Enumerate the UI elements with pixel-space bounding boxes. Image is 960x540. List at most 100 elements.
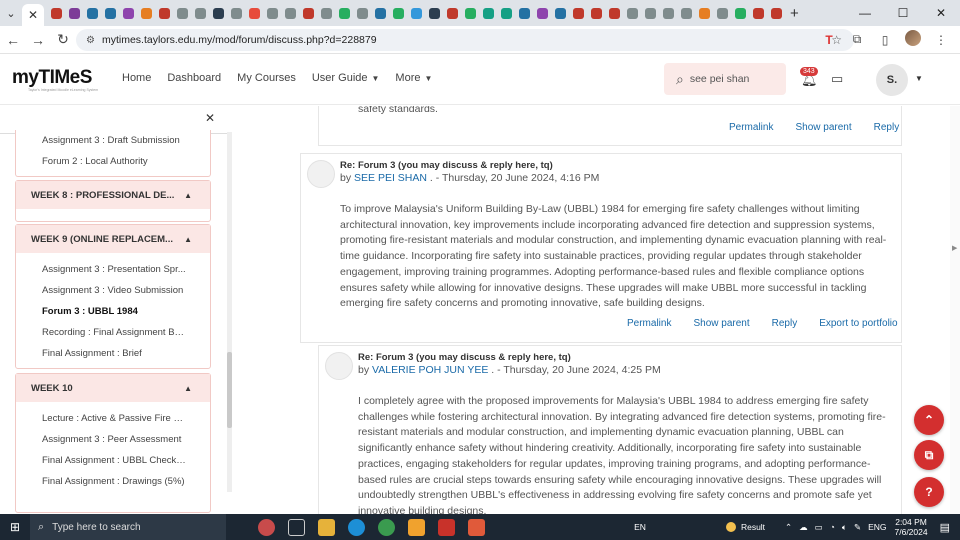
course-item[interactable]: Assignment 3 : Peer Assessment: [16, 429, 210, 450]
pinned-tab-favicon[interactable]: [50, 7, 62, 19]
acrobat-icon[interactable]: [438, 518, 455, 536]
pinned-tab-favicon[interactable]: [266, 7, 278, 19]
search-input[interactable]: [689, 73, 770, 85]
minimize-icon[interactable]: —: [846, 0, 884, 26]
course-item[interactable]: Final Assignment : Drawings (5%): [16, 471, 210, 492]
pinned-tab-favicon[interactable]: [302, 7, 314, 19]
weather-widget[interactable]: Result: [725, 522, 765, 532]
course-item[interactable]: Recording : Final Assignment Bri...: [16, 322, 210, 343]
course-item[interactable]: Assignment 3 : Video Submission: [16, 280, 210, 301]
tab-search-icon[interactable]: ⌄: [0, 2, 22, 24]
onedrive-icon[interactable]: ☁: [799, 522, 808, 532]
week-8-header[interactable]: WEEK 8 : PROFESSIONAL DE... ▲: [16, 181, 210, 209]
clock[interactable]: 2:04 PM 7/6/2024: [895, 517, 928, 537]
back-to-top-button[interactable]: ⌃: [914, 405, 944, 435]
input-language[interactable]: EN: [634, 522, 646, 532]
pinned-tab-favicon[interactable]: [428, 7, 440, 19]
chevron-up-icon[interactable]: ▲: [184, 191, 192, 200]
author-avatar[interactable]: [325, 352, 353, 380]
drawer-scrollbar-thumb[interactable]: [227, 352, 232, 428]
pinned-tab-favicon[interactable]: [320, 7, 332, 19]
pinned-tab-favicon[interactable]: [680, 7, 692, 19]
pinned-tab-favicon[interactable]: [446, 7, 458, 19]
drawer-scrollbar[interactable]: [227, 132, 232, 492]
app-icon[interactable]: [468, 518, 485, 536]
week-10-header[interactable]: WEEK 10 ▲: [16, 374, 210, 402]
author-avatar[interactable]: [307, 160, 335, 188]
profile-avatar[interactable]: [904, 30, 922, 49]
site-logo[interactable]: myTIMeS: [12, 67, 92, 89]
extensions-puzzle-icon[interactable]: ⧉: [848, 32, 866, 47]
pinned-tab-favicon[interactable]: [590, 7, 602, 19]
pinned-tab-favicon[interactable]: [554, 7, 566, 19]
nav-more[interactable]: More ▼: [395, 72, 432, 84]
close-window-icon[interactable]: ✕: [922, 0, 960, 26]
nav-dashboard[interactable]: Dashboard: [167, 72, 221, 84]
page-scrollbar[interactable]: [950, 106, 960, 514]
pinned-tab-favicon[interactable]: [698, 7, 710, 19]
nav-user-guide[interactable]: User Guide ▼: [312, 72, 380, 84]
chrome-browser-icon[interactable]: [378, 518, 395, 536]
reload-icon[interactable]: ↻: [51, 28, 75, 52]
pinned-tab-favicon[interactable]: [518, 7, 530, 19]
course-item[interactable]: Lecture : Active & Passive Fire S...: [16, 408, 210, 429]
pinned-tab-favicon[interactable]: [374, 7, 386, 19]
course-item-current[interactable]: Forum 3 : UBBL 1984: [16, 301, 210, 322]
show-parent-link[interactable]: Show parent: [795, 122, 851, 133]
pinned-tab-favicon[interactable]: [572, 7, 584, 19]
pinned-tab-favicon[interactable]: [356, 7, 368, 19]
export-to-portfolio-link[interactable]: Export to portfolio: [819, 318, 897, 329]
permalink-link[interactable]: Permalink: [729, 122, 773, 133]
volume-icon[interactable]: 🔈︎: [842, 522, 847, 532]
pinned-tab-favicon[interactable]: [194, 7, 206, 19]
pinned-tab-favicon[interactable]: [662, 7, 674, 19]
pinned-tab-favicon[interactable]: [176, 7, 188, 19]
author-link[interactable]: VALERIE POH JUN YEE: [372, 364, 488, 376]
scroll-arrow-icon[interactable]: ▶: [952, 244, 957, 252]
back-icon[interactable]: ←: [1, 28, 25, 52]
task-view-icon[interactable]: [288, 518, 305, 536]
nav-home[interactable]: Home: [122, 72, 151, 84]
pinned-tab-favicon[interactable]: [482, 7, 494, 19]
chevron-up-icon[interactable]: ▲: [184, 384, 192, 393]
maximize-icon[interactable]: ☐: [884, 0, 922, 26]
pinned-tab-favicon[interactable]: [644, 7, 656, 19]
pinned-tab-favicon[interactable]: [770, 7, 782, 19]
file-explorer-icon[interactable]: [318, 518, 335, 536]
reply-link[interactable]: Reply: [874, 122, 900, 133]
search-icon[interactable]: ⌕: [676, 71, 684, 88]
week-9-header[interactable]: WEEK 9 (ONLINE REPLACEM... ▲: [16, 225, 210, 253]
pinned-tab-favicon[interactable]: [248, 7, 260, 19]
course-item[interactable]: Final Assignment : UBBL Checkli...: [16, 450, 210, 471]
pinned-tab-favicon[interactable]: [104, 7, 116, 19]
pinned-tab-favicon[interactable]: [716, 7, 728, 19]
pen-icon[interactable]: ✎: [854, 522, 861, 532]
taskbar-search[interactable]: ⌕ Type here to search: [30, 514, 226, 540]
pinned-tab-favicon[interactable]: [734, 7, 746, 19]
pinned-tab-favicon[interactable]: [230, 7, 242, 19]
pinned-tab-favicon[interactable]: [608, 7, 620, 19]
new-tab-button[interactable]: +: [790, 5, 799, 22]
pinned-tab-favicon[interactable]: [410, 7, 422, 19]
messages-icon[interactable]: ▭: [831, 71, 843, 87]
author-link[interactable]: SEE PEI SHAN: [354, 172, 427, 184]
pinned-tab-favicon[interactable]: [284, 7, 296, 19]
pinned-tab-favicon[interactable]: [752, 7, 764, 19]
nav-my-courses[interactable]: My Courses: [237, 72, 296, 84]
user-avatar[interactable]: S.: [876, 64, 908, 96]
tab-close-icon[interactable]: ✕: [22, 4, 44, 26]
course-item[interactable]: Assignment 3 : Presentation Spr...: [16, 259, 210, 280]
tray-chevron-icon[interactable]: ⌃: [785, 522, 792, 532]
pinned-tab-favicon[interactable]: [122, 7, 134, 19]
pinned-tab-favicon[interactable]: [500, 7, 512, 19]
pinned-tab-favicon[interactable]: [338, 7, 350, 19]
pinned-tab-favicon[interactable]: [86, 7, 98, 19]
browser-menu-icon[interactable]: ⋮: [932, 33, 950, 47]
site-info-icon[interactable]: ⚙: [86, 35, 95, 46]
forward-icon[interactable]: →: [26, 28, 50, 52]
course-item[interactable]: Final Assignment : Brief: [16, 343, 210, 364]
pinned-tab-favicon[interactable]: [212, 7, 224, 19]
address-bar[interactable]: ⚙ mytimes.taylors.edu.my/mod/forum/discu…: [76, 29, 854, 51]
course-item[interactable]: Forum 2 : Local Authority: [16, 151, 210, 172]
keyboard-language[interactable]: ENG: [868, 522, 886, 532]
